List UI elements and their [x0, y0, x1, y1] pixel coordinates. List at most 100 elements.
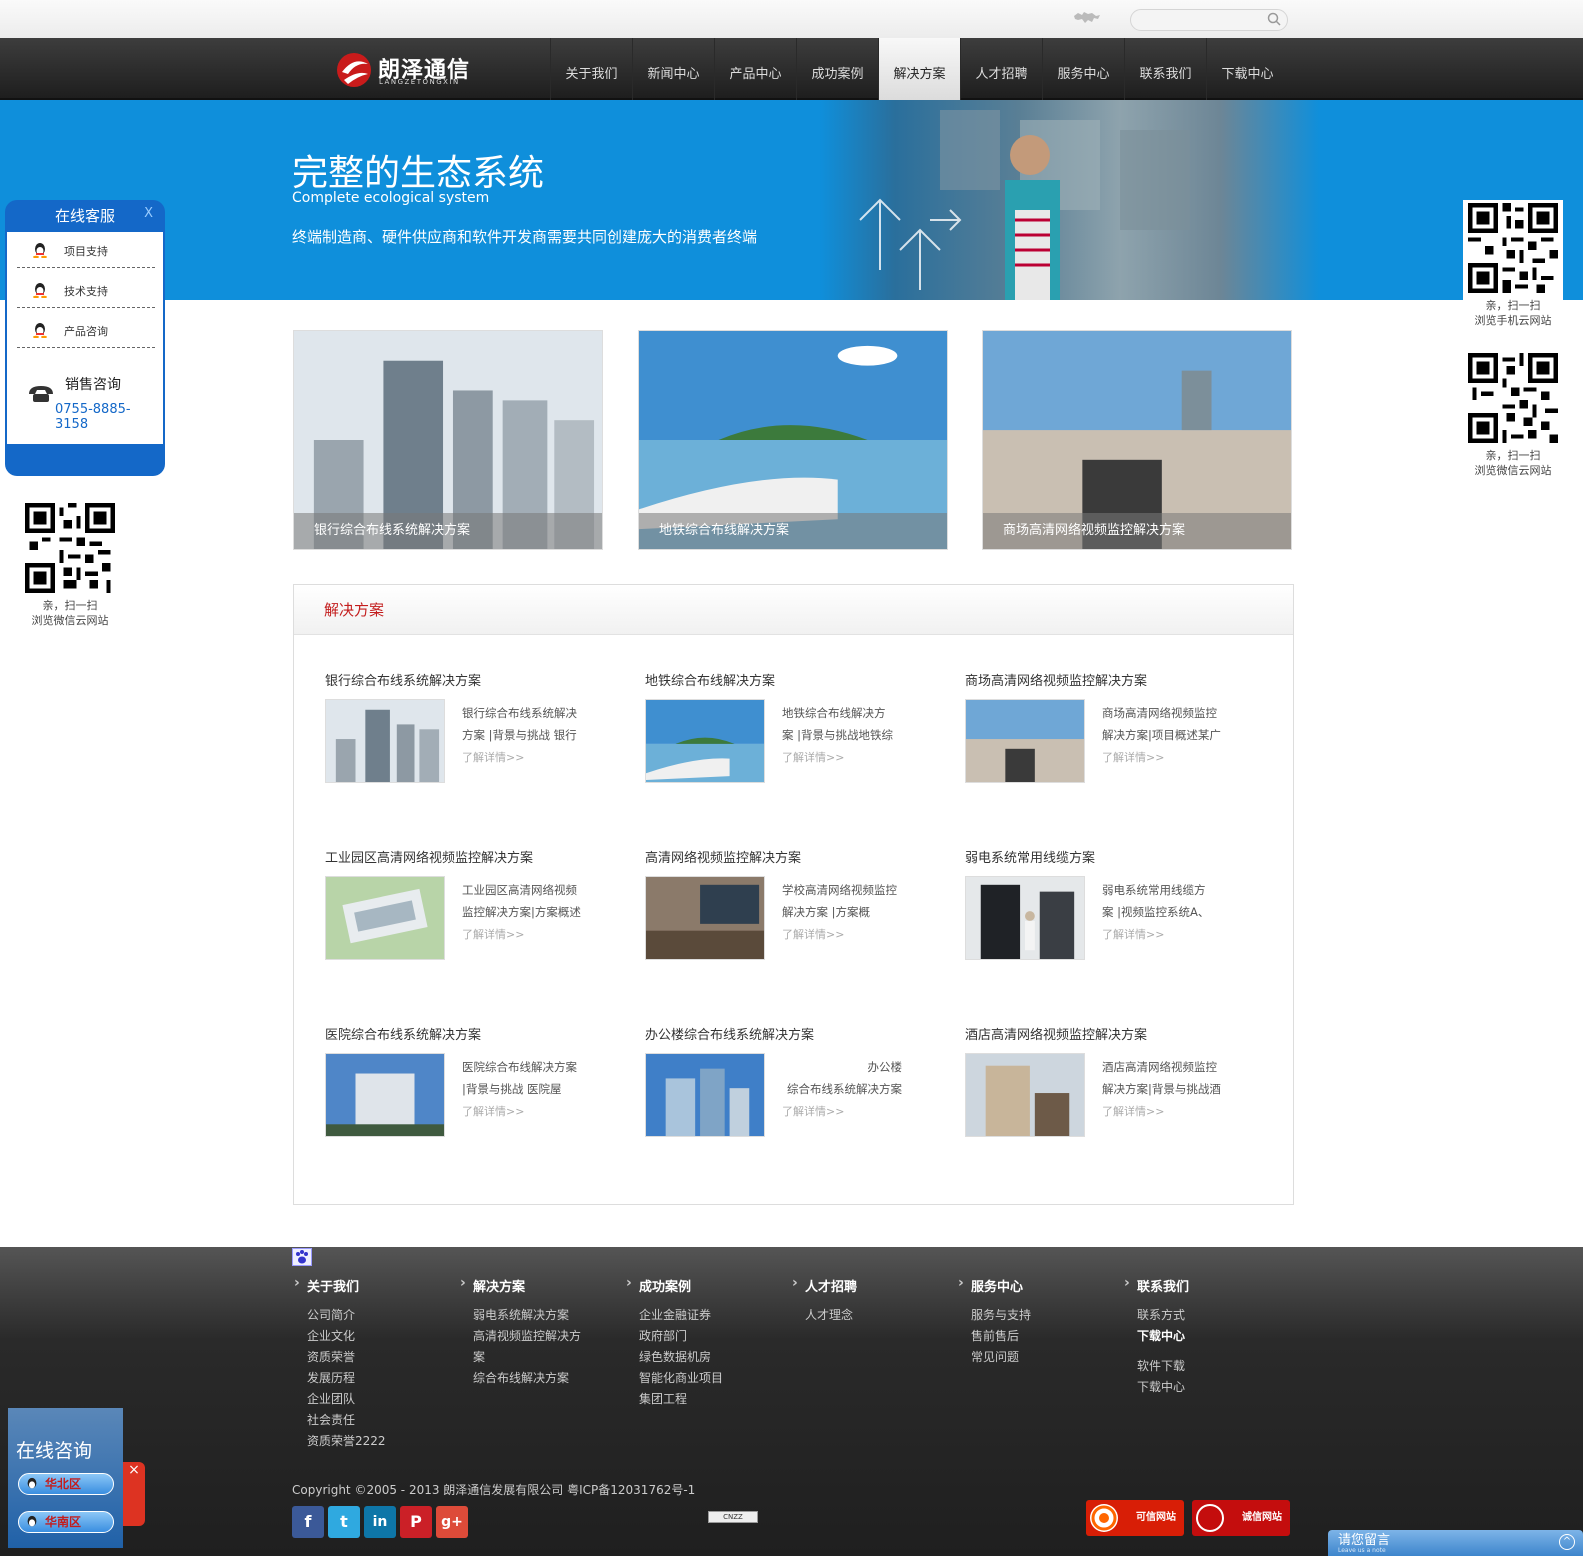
- twitter-icon[interactable]: t: [328, 1506, 360, 1538]
- leave-message-bar[interactable]: 请您留言 Leave us a note ^: [1328, 1530, 1583, 1556]
- solution-thumb[interactable]: [965, 699, 1085, 783]
- footer-link[interactable]: 服务与支持: [956, 1305, 1116, 1326]
- footer-link[interactable]: 绿色数据机房: [624, 1347, 784, 1368]
- footer-link[interactable]: 下载中心: [1122, 1377, 1282, 1398]
- solution-title[interactable]: 高清网络视频监控解决方案: [645, 847, 801, 866]
- nav-item-solutions[interactable]: 解决方案: [878, 38, 960, 100]
- footer-link[interactable]: 智能化商业项目: [624, 1368, 784, 1389]
- solution-thumb[interactable]: [325, 699, 445, 783]
- solution-more-link[interactable]: 了解详情>>: [462, 1103, 524, 1119]
- google-plus-icon[interactable]: g+: [436, 1506, 468, 1538]
- solution-thumb[interactable]: [965, 876, 1085, 960]
- nav-item-download[interactable]: 下载中心: [1206, 38, 1288, 100]
- solution-more-link[interactable]: 了解详情>>: [1102, 926, 1164, 942]
- solution-item[interactable]: 办公楼综合布线系统解决方案 办公楼 综合布线系统解决方案 了解详情>>: [645, 1024, 945, 1154]
- baidu-paw-icon[interactable]: [292, 1248, 312, 1266]
- service-item-tech[interactable]: 技术支持: [17, 272, 155, 308]
- footer-subtitle-download[interactable]: 下载中心: [1122, 1326, 1282, 1347]
- search-input[interactable]: [1130, 9, 1288, 31]
- solution-item[interactable]: 地铁综合布线解决方案 地铁综合布线解决方案 |背景与挑战地铁综 了解详情>>: [645, 670, 945, 800]
- solution-thumb[interactable]: [645, 876, 765, 960]
- nav-item-cases[interactable]: 成功案例: [796, 38, 878, 100]
- footer-col-title[interactable]: 解决方案: [458, 1275, 618, 1295]
- solution-thumb[interactable]: [965, 1053, 1085, 1137]
- close-icon[interactable]: X: [144, 206, 153, 221]
- service-item-project[interactable]: 项目支持: [17, 232, 155, 268]
- solution-item[interactable]: 弱电系统常用线缆方案 弱电系统常用线缆方案 |视频监控系统A、 了解详情>>: [965, 847, 1265, 977]
- solution-more-link[interactable]: 了解详情>>: [782, 926, 844, 942]
- footer-link[interactable]: 高清视频监控解决方: [458, 1326, 618, 1347]
- search-icon[interactable]: [1267, 12, 1281, 26]
- solution-more-link[interactable]: 了解详情>>: [462, 926, 524, 942]
- solution-title[interactable]: 商场高清网络视频监控解决方案: [965, 670, 1147, 689]
- world-map-icon[interactable]: [1072, 10, 1102, 26]
- footer-link[interactable]: 企业团队: [292, 1389, 452, 1410]
- solution-item[interactable]: 医院综合布线系统解决方案 医院综合布线解决方案 |背景与挑战 医院屋 了解详情>>: [325, 1024, 625, 1154]
- solution-title[interactable]: 酒店高清网络视频监控解决方案: [965, 1024, 1147, 1043]
- footer-link[interactable]: 软件下载: [1122, 1356, 1282, 1377]
- solution-title[interactable]: 办公楼综合布线系统解决方案: [645, 1024, 814, 1043]
- footer-link[interactable]: 企业文化: [292, 1326, 452, 1347]
- consult-button-south[interactable]: 华南区: [18, 1511, 114, 1533]
- nav-item-about[interactable]: 关于我们: [550, 38, 632, 100]
- solution-title[interactable]: 工业园区高清网络视频监控解决方案: [325, 847, 533, 866]
- service-item-product[interactable]: 产品咨询: [17, 312, 155, 348]
- solution-title[interactable]: 弱电系统常用线缆方案: [965, 847, 1095, 866]
- cnzz-badge[interactable]: CNZZ: [708, 1511, 758, 1523]
- solution-item[interactable]: 银行综合布线系统解决方案 银行综合布线系统解决 方案 |背景与挑战 银行 了解详情…: [325, 670, 625, 800]
- footer-link[interactable]: 政府部门: [624, 1326, 784, 1347]
- footer-link[interactable]: 综合布线解决方案: [458, 1368, 618, 1389]
- footer-link[interactable]: 常见问题: [956, 1347, 1116, 1368]
- footer-link[interactable]: 企业金融证券: [624, 1305, 784, 1326]
- close-icon[interactable]: ×: [123, 1462, 145, 1526]
- chevron-up-icon[interactable]: ^: [1559, 1534, 1575, 1550]
- nav-item-news[interactable]: 新闻中心: [632, 38, 714, 100]
- solution-item[interactable]: 商场高清网络视频监控解决方案 商场高清网络视频监控 解决方案|项目概述某广 了解详…: [965, 670, 1265, 800]
- solution-thumb[interactable]: [645, 699, 765, 783]
- nav-item-jobs[interactable]: 人才招聘: [960, 38, 1042, 100]
- footer-col-title[interactable]: 关于我们: [292, 1275, 452, 1295]
- footer-col-title[interactable]: 联系我们: [1122, 1275, 1282, 1295]
- feature-card-bank[interactable]: 银行综合布线系统解决方案: [293, 330, 603, 550]
- sales-phone[interactable]: 0755-8885-3158: [55, 402, 163, 432]
- nav-item-products[interactable]: 产品中心: [714, 38, 796, 100]
- footer-link[interactable]: 人才理念: [790, 1305, 950, 1326]
- solution-title[interactable]: 银行综合布线系统解决方案: [325, 670, 481, 689]
- footer-col-title[interactable]: 成功案例: [624, 1275, 784, 1295]
- solution-more-link[interactable]: 了解详情>>: [1102, 749, 1164, 765]
- solution-thumb[interactable]: [645, 1053, 765, 1137]
- consult-button-north[interactable]: 华北区: [18, 1473, 114, 1495]
- solution-more-link[interactable]: 了解详情>>: [782, 1103, 844, 1119]
- footer-col-title[interactable]: 人才招聘: [790, 1275, 950, 1295]
- trust-badge-credible[interactable]: 可信网站: [1086, 1500, 1184, 1536]
- solution-thumb[interactable]: [325, 876, 445, 960]
- pinterest-icon[interactable]: P: [400, 1506, 432, 1538]
- linkedin-icon[interactable]: in: [364, 1506, 396, 1538]
- footer-link[interactable]: 弱电系统解决方案: [458, 1305, 618, 1326]
- feature-card-mall[interactable]: 商场高清网络视频监控解决方案: [982, 330, 1292, 550]
- footer-link[interactable]: 公司简介: [292, 1305, 452, 1326]
- solution-more-link[interactable]: 了解详情>>: [462, 749, 524, 765]
- footer-link[interactable]: 集团工程: [624, 1389, 784, 1410]
- solution-thumb[interactable]: [325, 1053, 445, 1137]
- footer-link[interactable]: 案: [458, 1347, 618, 1368]
- footer-col-title[interactable]: 服务中心: [956, 1275, 1116, 1295]
- logo[interactable]: 朗泽通信 LANGZETONGXIN: [334, 50, 484, 90]
- footer-link[interactable]: 售前售后: [956, 1326, 1116, 1347]
- feature-card-subway[interactable]: 地铁综合布线解决方案: [638, 330, 948, 550]
- solution-more-link[interactable]: 了解详情>>: [782, 749, 844, 765]
- solution-item[interactable]: 高清网络视频监控解决方案 学校高清网络视频监控 解决方案 |方案概 了解详情>>: [645, 847, 945, 977]
- solution-title[interactable]: 医院综合布线系统解决方案: [325, 1024, 481, 1043]
- trust-badge-honest[interactable]: 诚信网站: [1192, 1500, 1290, 1536]
- facebook-icon[interactable]: f: [292, 1506, 324, 1538]
- solution-item[interactable]: 工业园区高清网络视频监控解决方案 工业园区高清网络视频 监控解决方案|方案概述 了…: [325, 847, 625, 977]
- footer-link[interactable]: 发展历程: [292, 1368, 452, 1389]
- nav-item-contact[interactable]: 联系我们: [1124, 38, 1206, 100]
- solution-item[interactable]: 酒店高清网络视频监控解决方案 酒店高清网络视频监控 解决方案|背景与挑战酒 了解详…: [965, 1024, 1265, 1154]
- footer-link[interactable]: 资质荣誉2222: [292, 1431, 452, 1452]
- footer-link[interactable]: 联系方式: [1122, 1305, 1282, 1326]
- footer-link[interactable]: 资质荣誉: [292, 1347, 452, 1368]
- footer-link[interactable]: 社会责任: [292, 1410, 452, 1431]
- solution-title[interactable]: 地铁综合布线解决方案: [645, 670, 775, 689]
- nav-item-service[interactable]: 服务中心: [1042, 38, 1124, 100]
